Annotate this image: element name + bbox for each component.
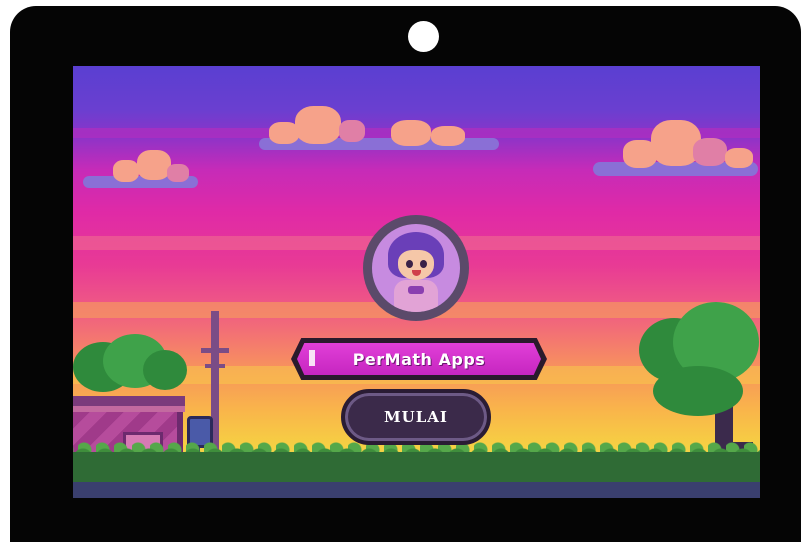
camera-icon <box>408 21 439 52</box>
app-screen: PerMath Apps MULAI <box>73 66 760 498</box>
lamp-pole-arm <box>201 348 229 353</box>
cloud <box>593 118 758 180</box>
avatar-character-icon <box>372 224 460 312</box>
start-button[interactable]: MULAI <box>341 389 491 445</box>
app-title-banner: PerMath Apps <box>291 338 547 380</box>
lamp-pole-arm <box>205 364 225 368</box>
banner-shine <box>309 350 315 366</box>
app-title: PerMath Apps <box>352 349 486 369</box>
avatar <box>363 215 469 321</box>
cloud <box>83 148 198 193</box>
cloud <box>259 104 499 152</box>
path <box>73 482 760 498</box>
